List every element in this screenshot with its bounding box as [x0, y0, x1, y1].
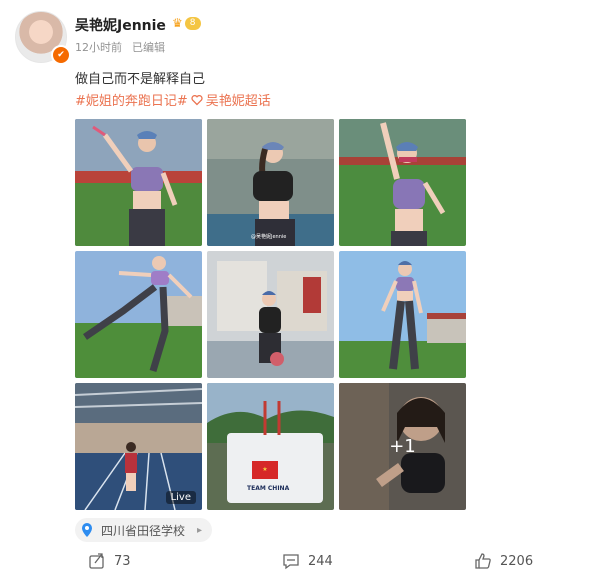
team-china-logo-text: TEAM CHINA — [247, 485, 290, 492]
thumbs-up-icon — [475, 553, 491, 569]
photo-3-image — [339, 119, 466, 246]
action-bar: 73 244 2206 — [0, 548, 600, 576]
photo-5-image — [207, 251, 334, 378]
photo-7[interactable]: Live — [75, 383, 202, 510]
vip-crown-icon[interactable]: ♛ 8 — [172, 15, 208, 31]
username[interactable]: 吴艳妮Jennie — [75, 15, 166, 35]
photo-8[interactable]: ★ TEAM CHINA — [207, 383, 334, 510]
post-meta: 12小时前 已编辑 — [75, 39, 165, 55]
repost-button[interactable]: 73 — [88, 552, 131, 570]
photo-9[interactable]: +1 — [339, 383, 466, 510]
photo-2[interactable]: @吴艳妮Jennie — [207, 119, 334, 246]
chevron-right-icon: ▸ — [197, 524, 203, 536]
topic-link-running-diary[interactable]: #妮姐的奔跑日记# — [75, 90, 188, 109]
supertopic-heart-icon — [191, 94, 203, 105]
photo-6[interactable] — [339, 251, 466, 378]
like-count: 2206 — [500, 553, 534, 569]
repost-count: 73 — [114, 553, 131, 569]
photo-5[interactable] — [207, 251, 334, 378]
live-photo-badge: Live — [165, 491, 196, 504]
comment-icon — [283, 554, 299, 570]
photo-2-image — [207, 119, 334, 246]
location-name: 四川省田径学校 — [101, 523, 186, 538]
verified-badge-icon: ✔ — [51, 45, 71, 65]
edited-label: 已编辑 — [132, 41, 165, 54]
photo-4-image — [75, 251, 202, 378]
comment-count: 244 — [308, 553, 333, 569]
photo-6-image — [339, 251, 466, 378]
post-topics: #妮姐的奔跑日记# 吴艳妮超话 — [75, 90, 271, 109]
photo-grid: @吴艳妮Jennie Live ★ TEAM CHINA +1 — [75, 119, 466, 510]
topic-link-supertopic[interactable]: 吴艳妮超话 — [206, 90, 271, 109]
location-pin-icon — [82, 523, 92, 537]
svg-text:★: ★ — [262, 466, 267, 473]
photo-3[interactable] — [339, 119, 466, 246]
like-button[interactable]: 2206 — [474, 552, 533, 570]
photo-4[interactable] — [75, 251, 202, 378]
crown-icon: ♛ — [172, 16, 183, 30]
photo-1[interactable] — [75, 119, 202, 246]
photo-watermark: @吴艳妮Jennie — [251, 234, 287, 240]
repost-icon — [89, 553, 104, 569]
location-tag[interactable]: 四川省田径学校 ▸ — [75, 518, 213, 542]
post-text: 做自己而不是解释自己 — [75, 72, 206, 87]
post-time: 12小时前 — [75, 41, 122, 54]
comment-button[interactable]: 244 — [282, 552, 333, 570]
vip-level-badge: 8 — [184, 16, 201, 30]
more-photos-count: +1 — [389, 436, 416, 457]
photo-1-image — [75, 119, 202, 246]
